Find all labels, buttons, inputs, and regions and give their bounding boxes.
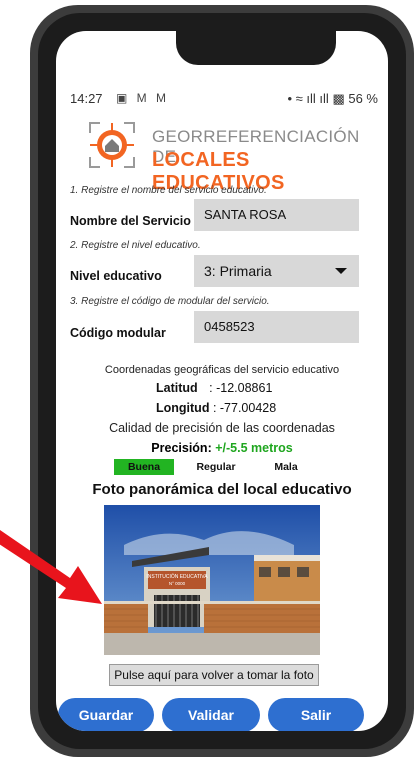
photo-sign-text: INSTITUCIÓN EDUCATIVA xyxy=(146,573,208,580)
phone-bezel: 14:27 ▣ M M • ≈ ıll ıll ▩ 56 % GEORREFER… xyxy=(38,13,406,749)
georef-logo-icon xyxy=(89,122,135,168)
battery-level: 56 % xyxy=(348,91,378,106)
dropdown-caret-icon xyxy=(335,268,347,274)
precision-row: Precisión: +/-5.5 metros xyxy=(56,441,388,455)
retake-photo-button[interactable]: Pulse aquí para volver a tomar la foto xyxy=(109,664,319,686)
photo-sign-number: N° 0000 xyxy=(169,581,186,586)
precision-value: +/-5.5 metros xyxy=(215,441,293,455)
photo-title: Foto panorámica del local educativo xyxy=(92,481,352,498)
precision-label: Precisión: xyxy=(151,441,212,455)
camera-notch xyxy=(176,31,336,65)
exit-button[interactable]: Salir xyxy=(268,698,364,731)
status-right: • ≈ ıll ıll ▩ 56 % xyxy=(288,91,379,107)
codigo-field[interactable]: 0458523 xyxy=(194,311,359,343)
notification-icons: ▣ M M xyxy=(116,91,169,105)
red-arrow-icon xyxy=(0,530,102,604)
status-time: 14:27 xyxy=(70,91,103,106)
latitude-label: Latitud xyxy=(156,381,198,395)
precision-quality-title: Calidad de precisión de las coordenadas xyxy=(109,421,335,435)
battery-icon: ▩ xyxy=(332,91,345,106)
save-button[interactable]: Guardar xyxy=(58,698,154,731)
step3-instruction: 3. Registre el código de modular del ser… xyxy=(70,296,270,307)
nivel-select[interactable]: 3: Primaria xyxy=(194,255,359,287)
quality-good: Buena xyxy=(114,459,174,475)
coords-title: Coordenadas geográficas del servicio edu… xyxy=(104,364,340,376)
step1-instruction: 1. Registre el nombre del servicio educa… xyxy=(70,185,267,196)
quality-bad: Mala xyxy=(274,461,298,473)
phone-frame: 14:27 ▣ M M • ≈ ıll ıll ▩ 56 % GEORREFER… xyxy=(30,5,414,757)
signal-icon: • ≈ ıll ıll xyxy=(287,91,329,106)
nombre-label: Nombre del Servicio xyxy=(70,214,191,228)
codigo-label: Código modular xyxy=(70,326,166,340)
step2-instruction: 2. Registre el nivel educativo. xyxy=(70,240,201,251)
longitude-row: Longitud : -77.00428 xyxy=(156,401,276,415)
validate-button[interactable]: Validar xyxy=(162,698,260,731)
nivel-selected-value: 3: Primaria xyxy=(204,263,272,279)
latitude-row: Latitud : -12.08861 xyxy=(156,381,272,395)
nombre-field[interactable]: SANTA ROSA xyxy=(194,199,359,231)
status-bar: 14:27 ▣ M M • ≈ ıll ıll ▩ 56 % xyxy=(70,89,378,109)
latitude-value: : -12.08861 xyxy=(209,381,273,395)
app-screen: 14:27 ▣ M M • ≈ ıll ıll ▩ 56 % GEORREFER… xyxy=(56,31,388,731)
longitude-value: : -77.00428 xyxy=(212,401,277,415)
quality-regular: Regular xyxy=(196,461,236,473)
nivel-label: Nivel educativo xyxy=(70,269,162,283)
longitude-label: Longitud xyxy=(156,401,210,415)
